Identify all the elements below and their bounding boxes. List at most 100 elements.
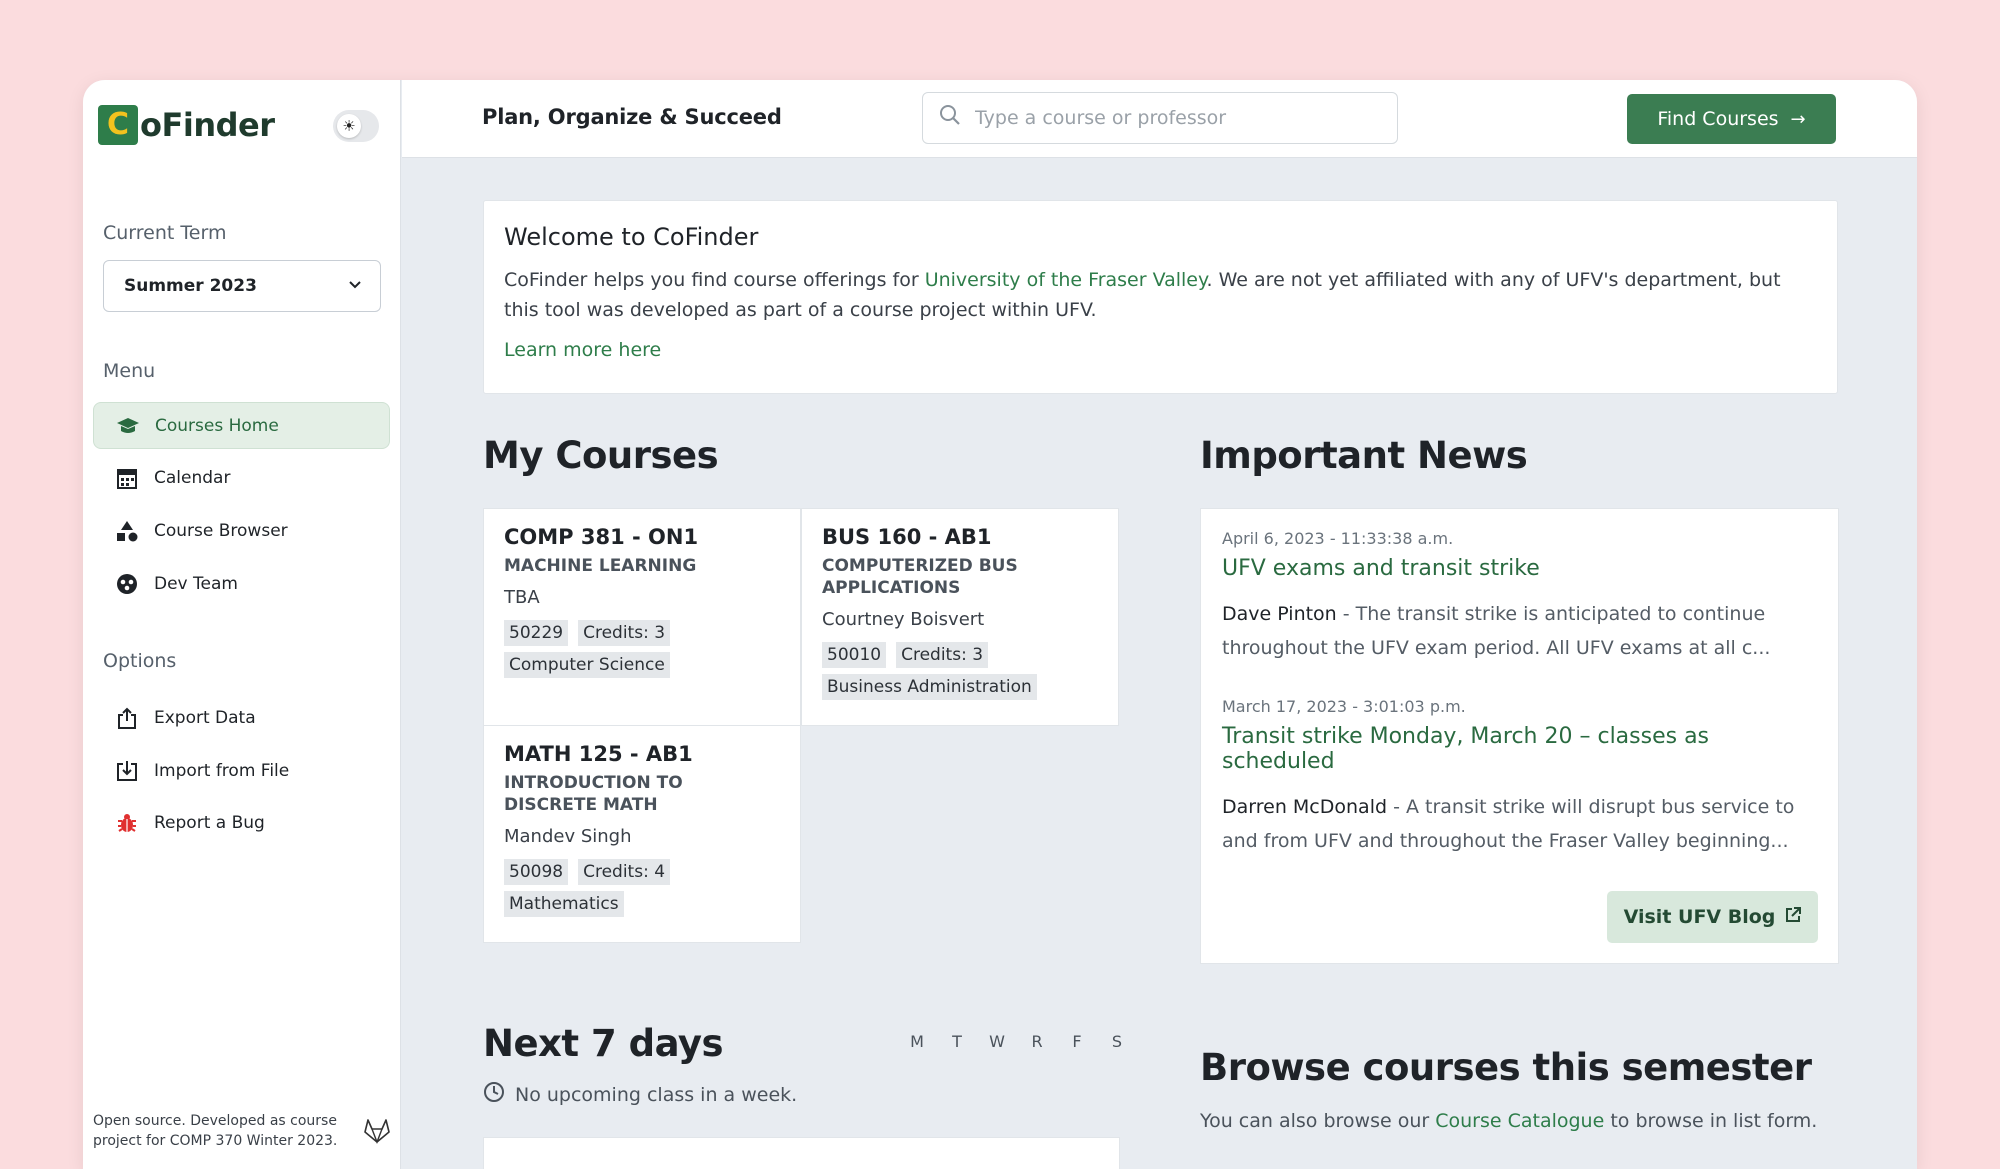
news-title-link[interactable]: Transit strike Monday, March 20 – classe… <box>1222 724 1817 774</box>
news-date: April 6, 2023 - 11:33:38 a.m. <box>1222 529 1454 548</box>
logo-mark: C <box>98 105 138 145</box>
day-wednesday[interactable]: W <box>977 1032 1017 1051</box>
visit-blog-button[interactable]: Visit UFV Blog <box>1607 891 1818 943</box>
crn-tag: 50229 <box>504 620 569 646</box>
credits-tag: Credits: 3 <box>578 620 671 646</box>
sidebar-item-dev-team[interactable]: Dev Team <box>93 560 390 607</box>
department-tag: Mathematics <box>504 891 624 917</box>
course-card[interactable]: BUS 160 - AB1 COMPUTERIZED BUS APPLICATI… <box>801 508 1119 726</box>
day-thursday[interactable]: R <box>1017 1032 1057 1051</box>
sidebar-item-import-file[interactable]: Import from File <box>93 747 390 794</box>
day-tuesday[interactable]: T <box>937 1032 977 1051</box>
course-code: BUS 160 - AB1 <box>822 525 992 549</box>
sidebar-item-label: Courses Home <box>155 415 279 436</box>
credits-tag: Credits: 4 <box>578 859 671 885</box>
calendar-icon <box>115 466 139 490</box>
sun-icon: ☀ <box>337 114 361 138</box>
logo-text: oFinder <box>140 106 275 144</box>
logo-letter: C <box>106 107 130 142</box>
sidebar-item-export-data[interactable]: Export Data <box>93 694 390 741</box>
sidebar-item-label: Report a Bug <box>154 812 265 833</box>
shapes-icon <box>115 519 139 543</box>
welcome-title: Welcome to CoFinder <box>504 223 759 251</box>
find-courses-label: Find Courses <box>1657 108 1779 130</box>
crn-tag: 50010 <box>822 642 887 668</box>
theme-toggle[interactable]: ☀ <box>333 110 379 142</box>
browse-heading: Browse courses this semester <box>1200 1046 1812 1089</box>
logo[interactable]: C oFinder <box>98 105 275 145</box>
department-tag: Computer Science <box>504 652 670 678</box>
day-saturday[interactable]: S <box>1097 1032 1137 1051</box>
options-label: Options <box>103 650 177 672</box>
gitlab-icon[interactable] <box>363 1118 391 1151</box>
app-window: C oFinder ☀ Current Term Summer 2023 Men… <box>83 80 1917 1169</box>
sidebar-item-report-bug[interactable]: Report a Bug <box>93 799 390 846</box>
clock-icon <box>483 1081 505 1109</box>
search-box[interactable] <box>922 92 1398 144</box>
course-professor: TBA <box>504 587 540 608</box>
sidebar-item-label: Calendar <box>154 467 231 488</box>
news-item: March 17, 2023 - 3:01:03 p.m. Transit st… <box>1222 697 1817 858</box>
course-card[interactable]: MATH 125 - AB1 INTRODUCTION TO DISCRETE … <box>483 725 801 943</box>
menu-label: Menu <box>103 360 156 382</box>
sidebar: C oFinder ☀ Current Term Summer 2023 Men… <box>83 80 401 1169</box>
tagline: Plan, Organize & Succeed <box>482 105 782 129</box>
course-professor: Mandev Singh <box>504 826 632 847</box>
no-class-message: No upcoming class in a week. <box>483 1081 797 1109</box>
top-bar: Plan, Organize & Succeed Find Courses → <box>402 80 1917 158</box>
credits-tag: Credits: 3 <box>896 642 989 668</box>
next-days-card <box>483 1137 1120 1169</box>
sidebar-item-calendar[interactable]: Calendar <box>93 454 390 501</box>
course-title: COMPUTERIZED BUS APPLICATIONS <box>822 556 1018 598</box>
course-professor: Courtney Boisvert <box>822 609 985 630</box>
search-input[interactable] <box>975 107 1375 129</box>
find-courses-button[interactable]: Find Courses → <box>1627 94 1836 144</box>
news-body: Darren McDonald - A transit strike will … <box>1222 790 1817 858</box>
import-icon <box>115 759 139 783</box>
course-title: INTRODUCTION TO DISCRETE MATH <box>504 773 683 815</box>
news-heading: Important News <box>1200 434 1528 477</box>
sidebar-item-label: Import from File <box>154 760 290 781</box>
my-courses-heading: My Courses <box>483 434 719 477</box>
welcome-card: Welcome to CoFinder CoFinder helps you f… <box>483 200 1838 394</box>
course-catalogue-link[interactable]: Course Catalogue <box>1435 1110 1604 1132</box>
browse-text: You can also browse our Course Catalogue… <box>1200 1110 1817 1132</box>
sidebar-item-label: Dev Team <box>154 573 238 594</box>
export-icon <box>115 706 139 730</box>
term-select[interactable]: Summer 2023 <box>103 260 381 312</box>
course-tags: 50098 Credits: 4 Mathematics <box>504 859 780 917</box>
browse-text-end: to browse in list form. <box>1604 1110 1818 1132</box>
learn-more-link[interactable]: Learn more here <box>504 339 1817 361</box>
ufv-link[interactable]: University of the Fraser Valley <box>925 269 1207 291</box>
arrow-right-icon: → <box>1790 108 1806 130</box>
sidebar-item-courses-home[interactable]: Courses Home <box>93 402 390 449</box>
news-card: April 6, 2023 - 11:33:38 a.m. UFV exams … <box>1200 508 1839 964</box>
news-title-link[interactable]: UFV exams and transit strike <box>1222 556 1817 581</box>
course-card[interactable]: COMP 381 - ON1 MACHINE LEARNING TBA 5022… <box>483 508 801 726</box>
course-tags: 50010 Credits: 3 Business Administration <box>822 642 1098 700</box>
news-item: April 6, 2023 - 11:33:38 a.m. UFV exams … <box>1222 529 1817 665</box>
external-link-icon <box>1785 907 1802 927</box>
news-author: Dave Pinton <box>1222 603 1337 625</box>
crn-tag: 50098 <box>504 859 569 885</box>
day-monday[interactable]: M <box>897 1032 937 1051</box>
course-code: COMP 381 - ON1 <box>504 525 699 549</box>
course-tags: 50229 Credits: 3 Computer Science <box>504 620 780 678</box>
search-icon <box>939 104 961 132</box>
welcome-text: CoFinder helps you find course offerings… <box>504 265 1817 325</box>
sidebar-item-course-browser[interactable]: Course Browser <box>93 507 390 554</box>
course-code: MATH 125 - AB1 <box>504 742 693 766</box>
chevron-down-icon <box>348 278 362 294</box>
no-class-text: No upcoming class in a week. <box>515 1084 798 1106</box>
news-author: Darren McDonald <box>1222 796 1388 818</box>
course-title: MACHINE LEARNING <box>504 556 697 576</box>
news-date: March 17, 2023 - 3:01:03 p.m. <box>1222 697 1466 716</box>
bug-icon <box>115 811 139 835</box>
footer-note: Open source. Developed as course project… <box>93 1113 338 1149</box>
weekday-selector: M T W R F S <box>897 1032 1137 1051</box>
day-friday[interactable]: F <box>1057 1032 1097 1051</box>
browse-text-start: You can also browse our <box>1200 1110 1436 1132</box>
sidebar-item-label: Export Data <box>154 707 256 728</box>
current-term-label: Current Term <box>103 222 227 244</box>
graduation-cap-icon <box>116 414 140 438</box>
